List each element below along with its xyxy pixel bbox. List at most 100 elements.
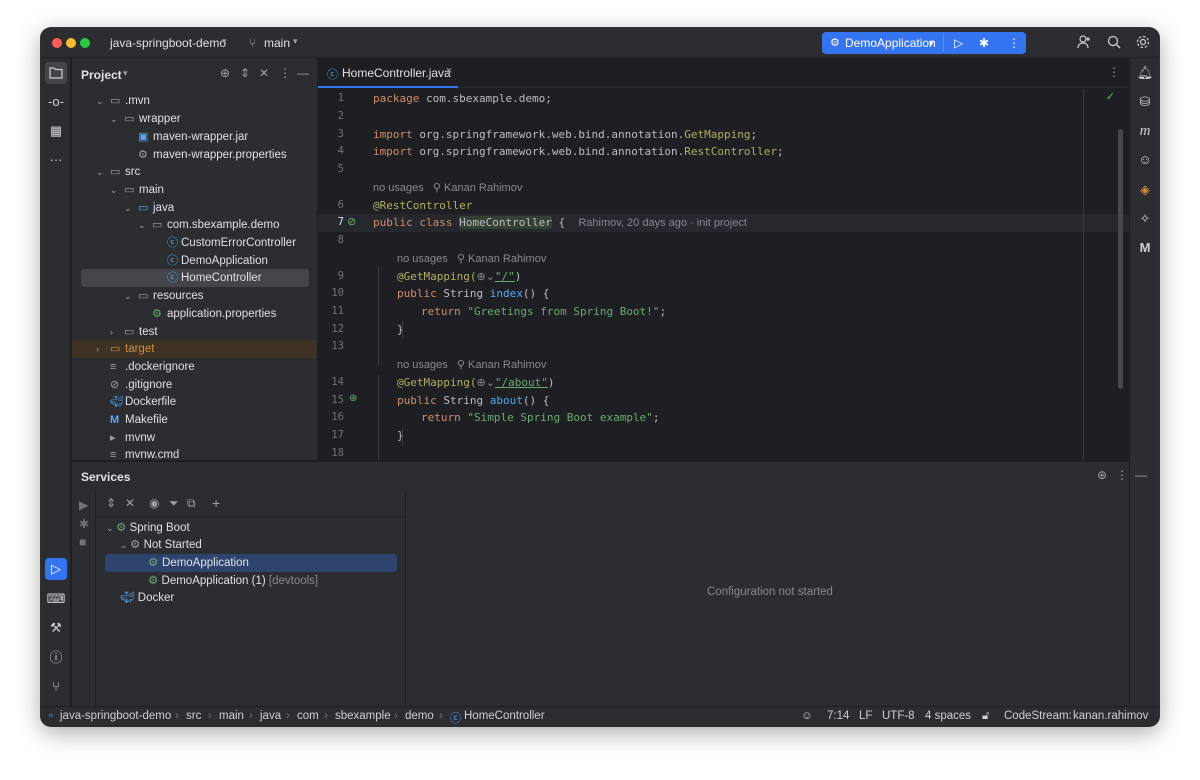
breadcrumb-item[interactable]: java-springboot-demo bbox=[60, 710, 171, 722]
close-icon[interactable]: × bbox=[446, 65, 452, 77]
file-encoding[interactable]: UTF-8 bbox=[882, 710, 915, 722]
locate-icon[interactable]: ⊕ bbox=[1097, 468, 1107, 482]
project-tool-icon[interactable] bbox=[45, 62, 67, 84]
tree-item[interactable]: ⓒ CustomErrorController bbox=[72, 234, 317, 252]
tree-item-selected[interactable]: ⓒ HomeController bbox=[81, 269, 309, 287]
copilot-status-icon[interactable]: ☺ bbox=[801, 710, 813, 722]
panel-title[interactable]: Project bbox=[81, 68, 122, 82]
chevron-down-icon[interactable]: ▾ bbox=[123, 68, 128, 79]
ai-assistant-icon[interactable]: ✧ bbox=[1134, 208, 1156, 230]
codestream-icon[interactable]: ◈ bbox=[1134, 179, 1156, 201]
endpoint-gutter-icon[interactable]: ⊕ bbox=[349, 393, 357, 404]
tree-item[interactable]: ▸ mvnw bbox=[72, 429, 317, 447]
add-user-icon[interactable] bbox=[1076, 34, 1092, 53]
database-icon[interactable]: ⛁ bbox=[1134, 91, 1156, 113]
tree-item[interactable]: ⌄ ▭ java bbox=[72, 199, 317, 217]
hide-icon[interactable]: — bbox=[297, 66, 309, 80]
tab-homecontroller[interactable]: ⓒ HomeController.java × bbox=[318, 58, 458, 88]
collapse-all-icon[interactable]: ✕ bbox=[125, 496, 135, 510]
hide-icon[interactable]: — bbox=[1135, 468, 1147, 482]
codestream-user[interactable]: kanan.rahimov bbox=[1073, 710, 1148, 722]
line-ending[interactable]: LF bbox=[859, 710, 872, 722]
tree-item[interactable]: ⌄ ▭ main bbox=[72, 181, 317, 199]
service-item[interactable]: ⚙ DemoApplication (1) [devtools] bbox=[148, 572, 318, 590]
gear-icon[interactable] bbox=[1135, 34, 1151, 53]
chevron-down-icon[interactable]: ⌄ bbox=[138, 216, 146, 234]
project-switcher[interactable]: java-springboot-demo bbox=[110, 36, 226, 50]
service-item[interactable]: 🐳︎ Docker bbox=[120, 589, 174, 607]
tab-options-icon[interactable]: ⋮ bbox=[1108, 65, 1120, 79]
breadcrumb-item[interactable]: src bbox=[186, 710, 201, 722]
tree-item[interactable]: ▣ maven-wrapper.jar bbox=[72, 128, 317, 146]
code-editor[interactable]: ✓ 1 2 3 4 5 6 7 8 9 10 11 12 13 14 15 16… bbox=[318, 89, 1129, 460]
zoom-window-button[interactable] bbox=[80, 38, 90, 48]
new-tab-icon[interactable]: ⧉ bbox=[187, 496, 196, 511]
tree-item[interactable]: ⚙ maven-wrapper.properties bbox=[72, 146, 317, 164]
branch-switcher[interactable]: main bbox=[264, 36, 290, 50]
codestream-label[interactable]: CodeStream: bbox=[1004, 710, 1072, 722]
tree-item[interactable]: › ▭ test bbox=[72, 323, 317, 341]
spring-bean-gutter-icon[interactable]: ⊘ bbox=[347, 215, 356, 228]
build-icon[interactable]: ⚒ bbox=[45, 617, 67, 639]
close-window-button[interactable] bbox=[52, 38, 62, 48]
run-config-selector[interactable]: DemoApplication bbox=[845, 36, 936, 50]
more-icon[interactable]: ⋮ bbox=[1008, 36, 1020, 50]
service-group[interactable]: ⌄ ⚙ Spring Boot bbox=[106, 519, 190, 537]
breadcrumb-item[interactable]: main bbox=[219, 710, 244, 722]
tree-item[interactable]: ⌄ ▭ com.sbexample.demo bbox=[72, 216, 317, 234]
expand-all-icon[interactable]: ⇕ bbox=[106, 496, 116, 510]
chevron-right-icon[interactable]: › bbox=[96, 340, 99, 358]
structure-icon[interactable]: ▦ bbox=[45, 120, 67, 142]
breadcrumb-item[interactable]: demo bbox=[405, 710, 434, 722]
tree-item[interactable]: ⚙ application.properties bbox=[72, 305, 317, 323]
copilot-icon[interactable]: ☺ bbox=[1134, 149, 1156, 171]
run-icon[interactable]: ▷ bbox=[954, 36, 963, 50]
chevron-down-icon[interactable]: ▾ bbox=[222, 36, 227, 47]
chevron-down-icon[interactable]: ▾ bbox=[929, 38, 934, 49]
filter-icon[interactable]: ⏷ bbox=[169, 496, 179, 511]
chevron-right-icon[interactable]: › bbox=[110, 323, 113, 341]
chevron-down-icon[interactable]: ⌄ bbox=[124, 287, 132, 305]
chevron-down-icon[interactable]: ⌄ bbox=[124, 199, 132, 217]
chevron-down-icon[interactable]: ⌄ bbox=[110, 181, 118, 199]
git-icon[interactable]: ⑂ bbox=[45, 676, 67, 698]
tree-item[interactable]: ⓒ DemoApplication bbox=[72, 252, 317, 270]
service-group[interactable]: ⌄ ⚙ Not Started bbox=[120, 536, 202, 554]
breadcrumb-item[interactable]: java bbox=[260, 710, 281, 722]
tree-item-excluded[interactable]: › ▭ target bbox=[72, 340, 317, 358]
options-icon[interactable]: ⋮ bbox=[1116, 468, 1128, 482]
lock-icon[interactable]: 🔓︎ bbox=[982, 710, 989, 723]
maven-icon[interactable]: m bbox=[1134, 120, 1156, 142]
add-icon[interactable]: + bbox=[212, 495, 220, 511]
more-tools-icon[interactable]: ··· bbox=[45, 149, 67, 171]
eye-icon[interactable]: ◉ bbox=[149, 496, 159, 510]
usage-hint[interactable]: no usages ⚲ Kanan Rahimov bbox=[397, 252, 546, 265]
tree-item[interactable]: M Makefile bbox=[72, 411, 317, 429]
expand-all-icon[interactable]: ⇕ bbox=[240, 66, 250, 80]
notifications-icon[interactable]: 🔔︎ bbox=[1134, 62, 1156, 84]
tree-item[interactable]: ≡ .dockerignore bbox=[72, 358, 317, 376]
chevron-down-icon[interactable]: ▾ bbox=[293, 36, 298, 47]
breadcrumb-item[interactable]: com bbox=[297, 710, 319, 722]
problems-icon[interactable]: ⓘ bbox=[45, 647, 67, 669]
tree-item[interactable]: ⌄ ▭ resources bbox=[72, 287, 317, 305]
tree-item[interactable]: ⊘ .gitignore bbox=[72, 376, 317, 394]
service-item-selected[interactable]: ⚙ DemoApplication bbox=[105, 554, 397, 572]
locate-icon[interactable]: ⊕ bbox=[220, 66, 230, 80]
search-icon[interactable] bbox=[1106, 34, 1122, 53]
chevron-down-icon[interactable]: ⌄ bbox=[96, 163, 104, 181]
gradle-icon[interactable]: M bbox=[1134, 237, 1156, 259]
usage-hint[interactable]: no usages ⚲ Kanan Rahimov bbox=[397, 358, 546, 371]
tree-item[interactable]: ⌄ ▭ .mvn bbox=[72, 92, 317, 110]
run-widget[interactable]: ⚙ DemoApplication ▾ ▷ ✱ ⋮ bbox=[822, 32, 1026, 54]
services-tool-icon[interactable]: ▷ bbox=[45, 558, 67, 580]
collapse-all-icon[interactable]: ✕ bbox=[259, 66, 269, 80]
usage-hint[interactable]: no usages ⚲ Kanan Rahimov bbox=[373, 181, 522, 194]
breadcrumb-item[interactable]: sbexample bbox=[335, 710, 391, 722]
tree-item[interactable]: 🐳︎ Dockerfile bbox=[72, 393, 317, 411]
caret-position[interactable]: 7:14 bbox=[827, 710, 849, 722]
indent-setting[interactable]: 4 spaces bbox=[925, 710, 971, 722]
tree-item[interactable]: ⌄ ▭ wrapper bbox=[72, 110, 317, 128]
commit-icon[interactable]: -o- bbox=[45, 91, 67, 113]
terminal-icon[interactable]: ⌨ bbox=[45, 588, 67, 610]
